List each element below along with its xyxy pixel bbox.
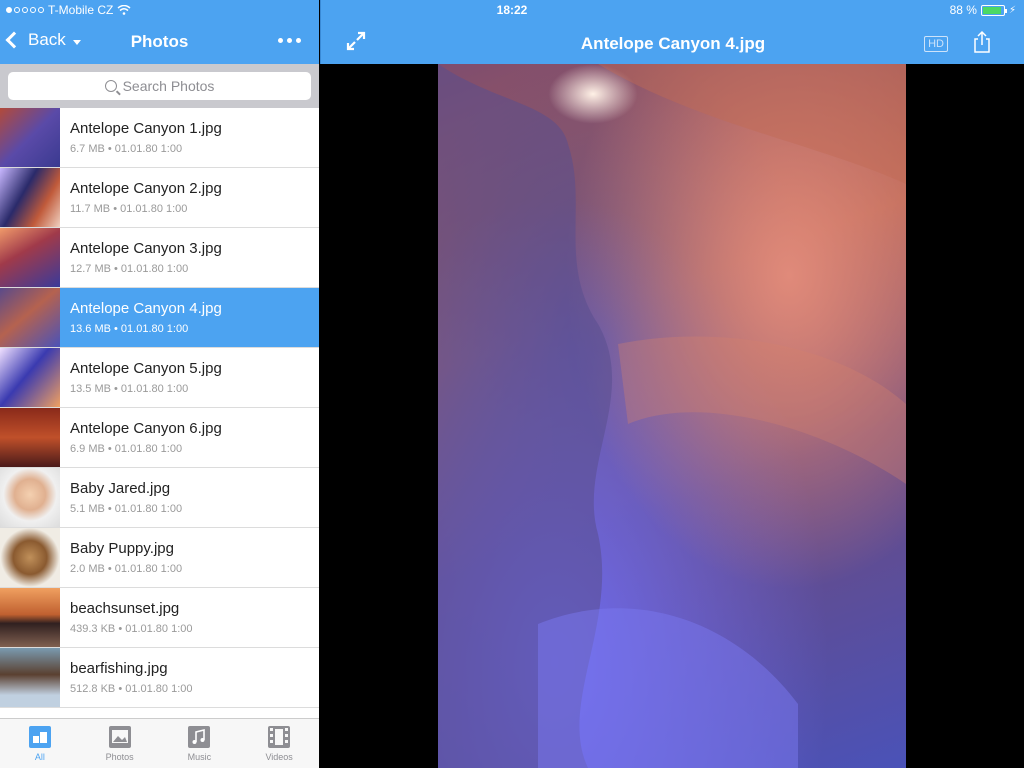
file-name: Antelope Canyon 1.jpg — [70, 120, 222, 137]
thumbnail — [0, 648, 60, 707]
list-item[interactable]: Antelope Canyon 6.jpg 6.9 MB • 01.01.80 1… — [0, 408, 319, 468]
tab-label: All — [34, 752, 45, 762]
status-bar: T-Mobile CZ 18:22 88 % ⚡ — [0, 0, 1024, 20]
tab-label: Music — [187, 752, 212, 762]
viewer-title: Antelope Canyon 4.jpg — [580, 34, 766, 53]
thumbnail — [0, 108, 60, 167]
file-name: Antelope Canyon 5.jpg — [70, 360, 222, 377]
chevron-left-icon — [5, 31, 23, 49]
battery-percent: 88 % — [949, 3, 977, 17]
tab-music[interactable]: Music — [160, 719, 240, 768]
image-viewer — [320, 64, 1024, 768]
file-list: Antelope Canyon 1.jpg 6.7 MB • 01.01.80 1… — [0, 108, 319, 718]
list-item[interactable]: Antelope Canyon 2.jpg 11.7 MB • 01.01.80 … — [0, 168, 319, 228]
tab-all[interactable]: All — [0, 719, 80, 768]
list-item[interactable]: Antelope Canyon 3.jpg 12.7 MB • 01.01.80 … — [0, 228, 319, 288]
back-label: Back — [28, 30, 66, 49]
back-button[interactable]: Back — [5, 30, 81, 50]
hd-button[interactable]: HD — [924, 36, 948, 52]
list-item[interactable]: Antelope Canyon 5.jpg 13.5 MB • 01.01.80 … — [0, 348, 319, 408]
battery-group: 88 % ⚡ — [950, 3, 1016, 17]
list-item[interactable]: Antelope Canyon 1.jpg 6.7 MB • 01.01.80 1… — [0, 108, 319, 168]
thumbnail — [0, 528, 60, 587]
search-placeholder: Search Photos — [122, 78, 215, 94]
file-meta: 6.9 MB • 01.01.80 1:00 — [70, 443, 183, 455]
file-name: Antelope Canyon 2.jpg — [70, 180, 222, 197]
thumbnail — [0, 588, 60, 647]
thumbnail — [0, 408, 60, 467]
file-meta: 6.7 MB • 01.01.80 1:00 — [70, 143, 183, 155]
list-item[interactable]: Baby Jared.jpg 5.1 MB • 01.01.80 1:00 — [0, 468, 319, 528]
file-meta: 5.1 MB • 01.01.80 1:00 — [70, 503, 183, 515]
file-meta: 512.8 KB • 01.01.80 1:00 — [70, 683, 193, 695]
thumbnail — [0, 288, 60, 347]
all-icon — [28, 726, 51, 748]
file-meta: 13.5 MB • 01.01.80 1:00 — [70, 383, 189, 395]
thumbnail — [0, 228, 60, 287]
photo-texture — [438, 64, 906, 768]
list-item[interactable]: beachsunset.jpg 439.3 KB • 01.01.80 1:00 — [0, 588, 319, 648]
file-name: beachsunset.jpg — [70, 600, 180, 617]
thumbnail — [0, 168, 60, 227]
videos-icon — [268, 726, 291, 748]
tab-label: Videos — [265, 752, 293, 762]
charging-icon: ⚡ — [1008, 4, 1016, 16]
file-meta: 11.7 MB • 01.01.80 1:00 — [70, 203, 188, 215]
search-input[interactable]: Search Photos — [8, 72, 311, 100]
battery-icon — [980, 4, 1007, 16]
music-icon — [188, 726, 211, 748]
file-name: Baby Jared.jpg — [70, 480, 171, 497]
file-name: Antelope Canyon 3.jpg — [70, 240, 222, 257]
file-name: Antelope Canyon 6.jpg — [70, 420, 222, 437]
more-button[interactable] — [278, 38, 301, 43]
file-meta: 439.3 KB • 01.01.80 1:00 — [70, 623, 193, 635]
file-meta: 2.0 MB • 01.01.80 1:00 — [70, 563, 183, 575]
tab-bar: All Photos Music Videos — [0, 718, 319, 768]
photos-icon — [108, 726, 131, 748]
file-name: bearfishing.jpg — [70, 660, 168, 677]
share-icon[interactable] — [972, 30, 992, 54]
chevron-down-icon — [72, 40, 81, 45]
photo-image[interactable] — [438, 64, 906, 768]
sidebar: Back Photos Search Photos Antelope Canyo… — [0, 0, 319, 768]
tab-photos[interactable]: Photos — [80, 719, 160, 768]
list-item[interactable]: bearfishing.jpg 512.8 KB • 01.01.80 1:00 — [0, 648, 319, 708]
file-name: Antelope Canyon 4.jpg — [70, 300, 222, 317]
file-meta: 13.6 MB • 01.01.80 1:00 — [70, 323, 189, 335]
list-item[interactable]: Baby Puppy.jpg 2.0 MB • 01.01.80 1:00 — [0, 528, 319, 588]
status-time: 18:22 — [496, 3, 528, 17]
file-meta: 12.7 MB • 01.01.80 1:00 — [70, 263, 189, 275]
search-bar: Search Photos — [0, 64, 319, 108]
file-name: Baby Puppy.jpg — [70, 540, 174, 557]
search-icon — [104, 80, 117, 92]
thumbnail — [0, 348, 60, 407]
tab-videos[interactable]: Videos — [239, 719, 319, 768]
thumbnail — [0, 468, 60, 527]
tab-label: Photos — [105, 752, 134, 762]
list-item[interactable]: Antelope Canyon 4.jpg 13.6 MB • 01.01.80 … — [0, 288, 319, 348]
